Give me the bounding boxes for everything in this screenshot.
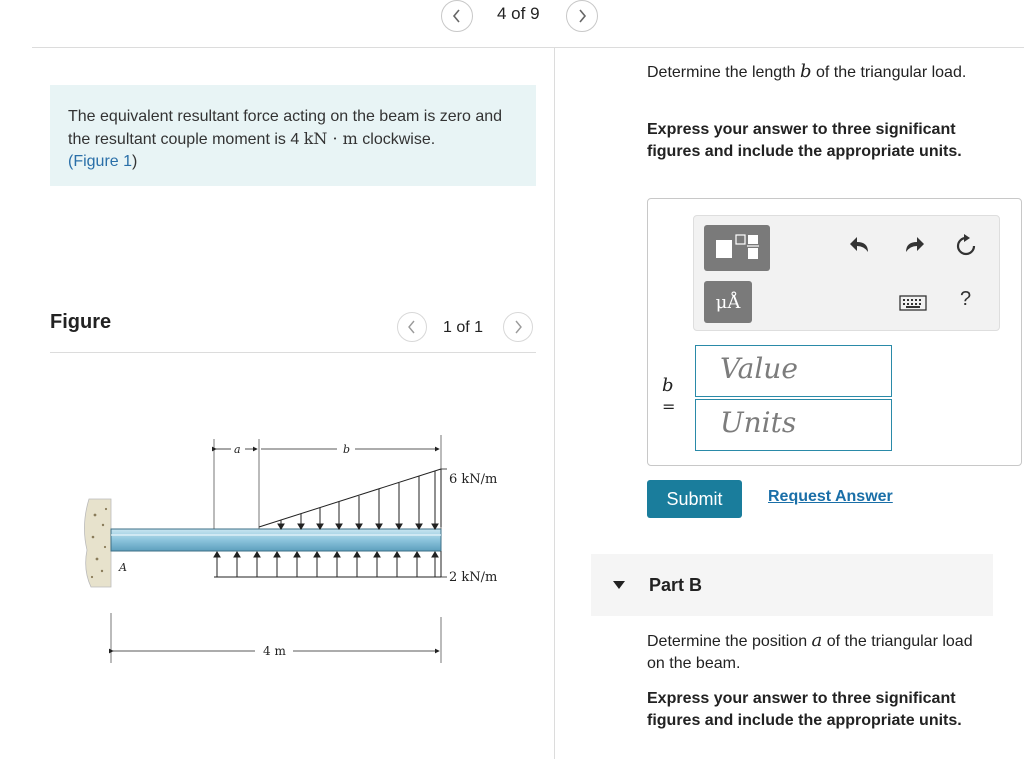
figure-counter: 1 of 1 bbox=[443, 319, 484, 336]
figure-divider bbox=[50, 352, 536, 353]
undo-button[interactable] bbox=[848, 234, 872, 264]
figure-next-button[interactable] bbox=[503, 312, 533, 342]
load-bottom-label: 2 kN/m bbox=[449, 570, 497, 585]
figure-link[interactable]: Figure 1 bbox=[73, 153, 132, 170]
figure-previous-button[interactable] bbox=[397, 312, 427, 342]
load-top-label: 6 kN/m bbox=[449, 472, 497, 487]
answer-panel: μÅ ? b = Value Units bbox=[647, 198, 1022, 466]
chevron-right-icon bbox=[579, 9, 587, 23]
beam bbox=[110, 528, 442, 552]
help-button[interactable]: ? bbox=[960, 288, 971, 311]
value-input[interactable]: Value bbox=[695, 345, 892, 397]
math-toolbar: μÅ ? bbox=[693, 215, 1000, 331]
dimension-b-label: b bbox=[343, 443, 350, 456]
templates-icon bbox=[716, 234, 759, 259]
page-counter: 4 of 9 bbox=[497, 4, 540, 23]
previous-page-button[interactable] bbox=[441, 0, 473, 32]
chevron-left-icon bbox=[408, 320, 415, 334]
chevron-left-icon bbox=[452, 9, 460, 23]
intro-unit: kN · m bbox=[303, 129, 358, 148]
top-divider bbox=[32, 47, 1024, 48]
reset-icon bbox=[956, 234, 976, 256]
keyboard-button[interactable] bbox=[899, 292, 927, 318]
equals-label: = bbox=[662, 397, 676, 416]
chevron-right-icon bbox=[515, 320, 522, 334]
value-placeholder: Value bbox=[720, 352, 798, 385]
part-b-header[interactable]: Part B bbox=[591, 554, 993, 616]
part-a-instructions: Express your answer to three significant… bbox=[647, 121, 962, 160]
keyboard-icon bbox=[899, 295, 927, 311]
part-a-prompt-end: of the triangular load. bbox=[811, 64, 967, 81]
undo-icon bbox=[850, 237, 868, 252]
redo-icon bbox=[906, 237, 924, 252]
part-b-title: Part B bbox=[649, 575, 703, 595]
units-placeholder: Units bbox=[720, 406, 797, 439]
part-b-prompt-var: a bbox=[811, 630, 823, 651]
triangular-load: 6 kN/m bbox=[258, 468, 497, 530]
submit-label: Submit bbox=[666, 488, 723, 509]
support-label: A bbox=[118, 561, 127, 574]
next-page-button[interactable] bbox=[566, 0, 598, 32]
length-label: 4 m bbox=[263, 644, 286, 658]
part-a-prompt: Determine the length b of the triangular… bbox=[647, 61, 967, 84]
redo-button[interactable] bbox=[902, 234, 926, 264]
part-a-prompt-text: Determine the length bbox=[647, 64, 800, 81]
beam-figure: A a b 6 kN/m 2 kN/m 4 m bbox=[84, 435, 497, 663]
templates-button[interactable] bbox=[704, 225, 770, 271]
part-b-prompt: Determine the position a of the triangul… bbox=[647, 630, 987, 675]
submit-button[interactable]: Submit bbox=[647, 480, 742, 518]
part-a-prompt-var: b bbox=[799, 61, 812, 82]
variable-label: b bbox=[662, 375, 674, 396]
part-b-instructions: Express your answer to three significant… bbox=[647, 690, 962, 729]
reset-button[interactable] bbox=[954, 234, 978, 264]
request-answer-link[interactable]: Request Answer bbox=[768, 488, 893, 506]
wall-support bbox=[84, 498, 112, 588]
figure-link-close: ) bbox=[132, 153, 138, 170]
column-divider bbox=[554, 47, 555, 759]
units-button[interactable]: μÅ bbox=[704, 281, 752, 323]
intro-text-end: clockwise. bbox=[357, 131, 436, 148]
units-input[interactable]: Units bbox=[695, 399, 892, 451]
mu-a-label: μÅ bbox=[715, 291, 741, 313]
uniform-load: 2 kN/m bbox=[213, 551, 497, 585]
problem-intro: The equivalent resultant force acting on… bbox=[50, 85, 536, 186]
intro-text: The equivalent resultant force acting on… bbox=[68, 108, 503, 148]
help-label: ? bbox=[960, 288, 972, 310]
figure-heading: Figure bbox=[50, 311, 112, 333]
collapse-triangle-icon bbox=[613, 581, 625, 589]
dimension-a-label: a bbox=[234, 443, 241, 456]
part-b-prompt-text: Determine the position bbox=[647, 633, 812, 650]
